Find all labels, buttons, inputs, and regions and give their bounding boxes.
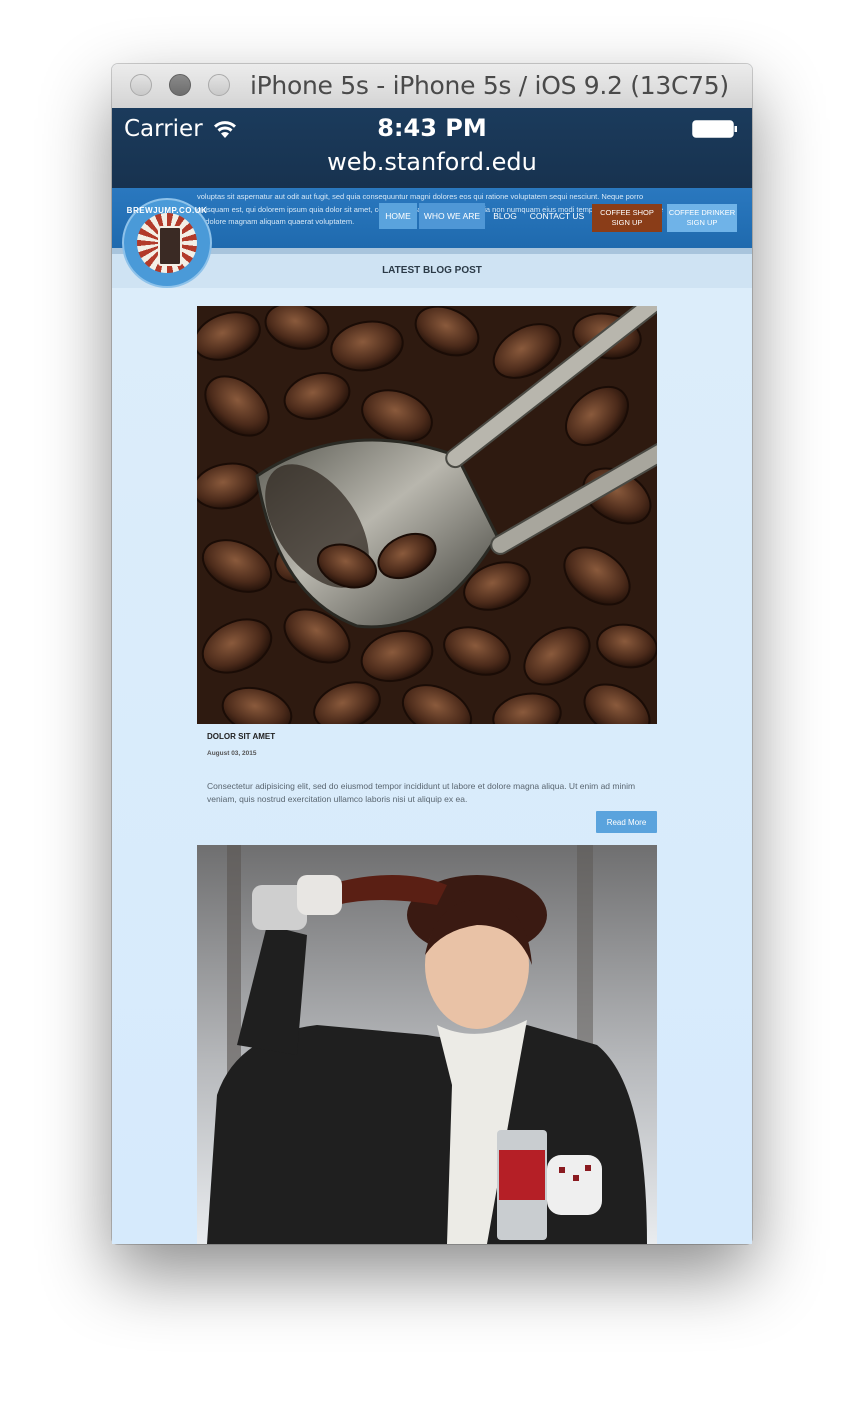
nav-contact-us[interactable]: CONTACT US xyxy=(527,203,587,229)
nav-blog[interactable]: BLOG xyxy=(490,203,520,229)
post-title[interactable]: DOLOR SIT AMET xyxy=(207,732,275,741)
woman-coffee-illustration xyxy=(197,845,657,1244)
coffee-beans-image[interactable] xyxy=(197,306,657,724)
nav-home[interactable]: HOME xyxy=(379,203,417,229)
phone-screen: Carrier 8:43 PM web.stanford.edu volupta… xyxy=(112,108,752,1244)
coffee-shop-signup-button[interactable]: COFFEE SHOP SIGN UP xyxy=(592,204,662,232)
nav-who-we-are[interactable]: WHO WE ARE xyxy=(419,203,485,229)
address-bar[interactable]: web.stanford.edu xyxy=(112,148,752,176)
status-bar: Carrier 8:43 PM web.stanford.edu xyxy=(112,108,752,188)
coffee-beans-illustration xyxy=(197,306,657,724)
logo-cup-icon xyxy=(158,226,182,266)
close-button[interactable] xyxy=(130,74,152,96)
read-more-button[interactable]: Read More xyxy=(596,811,657,833)
zoom-button[interactable] xyxy=(208,74,230,96)
blog-content: DOLOR SIT AMET August 03, 2015 Consectet… xyxy=(112,288,752,1244)
brewjump-logo[interactable]: BREWJUMP.CO.UK xyxy=(122,198,212,288)
post-excerpt: Consectetur adipisicing elit, sed do eiu… xyxy=(207,781,636,804)
window-title: iPhone 5s - iPhone 5s / iOS 9.2 (13C75) xyxy=(250,71,729,100)
simulator-window: iPhone 5s - iPhone 5s / iOS 9.2 (13C75) … xyxy=(112,64,752,1244)
coffee-drinker-signup-button[interactable]: COFFEE DRINKER SIGN UP xyxy=(667,204,737,232)
post-date: August 03, 2015 xyxy=(207,750,257,757)
minimize-button[interactable] xyxy=(169,74,191,96)
battery-icon xyxy=(692,120,737,138)
woman-coffee-image[interactable] xyxy=(197,845,657,1244)
window-titlebar[interactable]: iPhone 5s - iPhone 5s / iOS 9.2 (13C75) xyxy=(112,64,752,109)
clock: 8:43 PM xyxy=(377,114,487,142)
